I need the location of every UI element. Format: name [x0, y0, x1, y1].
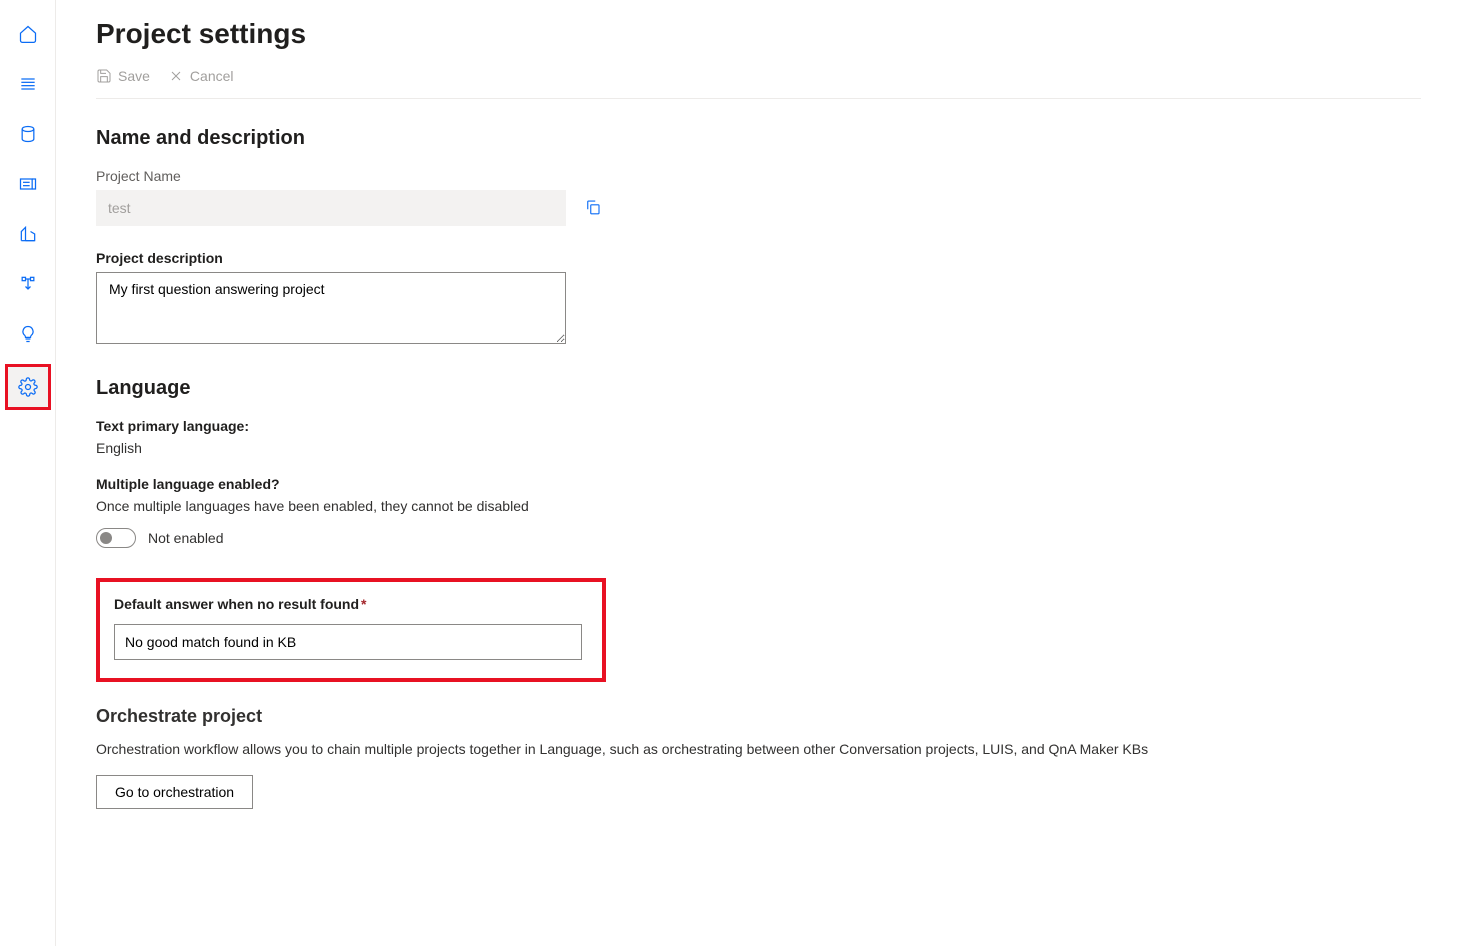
go-to-orchestration-button[interactable]: Go to orchestration — [96, 775, 253, 809]
primary-lang-value: English — [96, 440, 1421, 456]
sidebar-item-import[interactable] — [8, 264, 48, 304]
layers-icon — [18, 174, 38, 194]
cancel-label: Cancel — [190, 68, 234, 84]
building-icon — [18, 224, 38, 244]
multi-lang-toggle[interactable] — [96, 528, 136, 548]
upload-icon — [18, 274, 38, 294]
toolbar: Save Cancel — [96, 68, 1421, 99]
copy-icon — [584, 198, 602, 216]
save-label: Save — [118, 68, 150, 84]
sidebar-item-home[interactable] — [8, 14, 48, 54]
sidebar-item-data[interactable] — [8, 114, 48, 154]
lightbulb-icon — [18, 324, 38, 344]
language-heading: Language — [96, 377, 1421, 400]
orchestrate-desc: Orchestration workflow allows you to cha… — [96, 741, 1421, 757]
orchestrate-heading: Orchestrate project — [96, 706, 1421, 727]
sidebar-item-settings[interactable] — [8, 367, 48, 407]
sidebar-item-activity[interactable] — [8, 64, 48, 104]
copy-project-name-button[interactable] — [584, 198, 602, 219]
project-name-row: test — [96, 190, 1421, 226]
list-icon — [18, 74, 38, 94]
project-name-label: Project Name — [96, 168, 1421, 184]
sidebar — [0, 0, 56, 946]
multi-lang-hint: Once multiple languages have been enable… — [96, 498, 1421, 514]
main-content: Project settings Save Cancel Name and de… — [56, 0, 1461, 946]
required-star: * — [361, 596, 366, 612]
database-icon — [18, 124, 38, 144]
save-button[interactable]: Save — [96, 68, 150, 84]
save-icon — [96, 68, 112, 84]
project-desc-input[interactable] — [96, 272, 566, 344]
sidebar-settings-highlight — [5, 364, 51, 410]
default-answer-highlight: Default answer when no result found* — [96, 578, 606, 682]
multi-lang-toggle-row: Not enabled — [96, 528, 1421, 548]
home-icon — [18, 24, 38, 44]
multi-lang-toggle-label: Not enabled — [148, 530, 224, 546]
default-answer-input[interactable] — [114, 624, 582, 660]
gear-icon — [18, 377, 38, 397]
sidebar-item-suggestions[interactable] — [8, 314, 48, 354]
primary-lang-label: Text primary language: — [96, 418, 1421, 434]
name-desc-heading: Name and description — [96, 127, 1421, 150]
project-desc-label: Project description — [96, 250, 1421, 266]
sidebar-item-knowledge[interactable] — [8, 164, 48, 204]
multi-lang-label: Multiple language enabled? — [96, 476, 1421, 492]
close-icon — [168, 68, 184, 84]
default-answer-label: Default answer when no result found* — [114, 596, 588, 612]
sidebar-item-deploy[interactable] — [8, 214, 48, 254]
page-title: Project settings — [96, 18, 1421, 50]
project-name-value: test — [96, 190, 566, 226]
cancel-button[interactable]: Cancel — [168, 68, 234, 84]
